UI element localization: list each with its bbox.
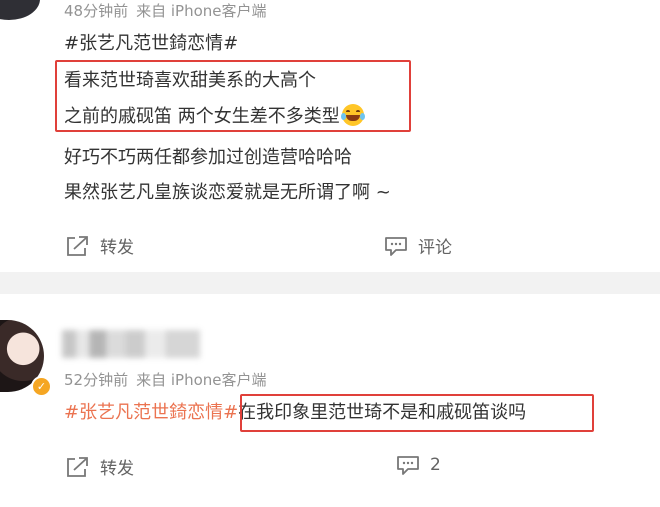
post-meta: 52分钟前 来自 iPhone客户端 (64, 369, 267, 390)
post-card-2: ✓ 52分钟前 来自 iPhone客户端 #张艺凡范世錡恋情#在我印象里范世琦不是… (0, 294, 660, 507)
comment-button[interactable]: 2 (396, 454, 441, 476)
repost-button[interactable]: 转发 (66, 233, 134, 258)
post-text-line-2-text: 之前的戚砚笛 两个女生差不多类型 (64, 106, 340, 127)
comment-count: 2 (430, 455, 441, 475)
post-text-line-3: 好巧不巧两任都参加过创造营哈哈哈 (64, 147, 352, 168)
post-time: 48分钟前 (64, 2, 129, 20)
repost-label: 转发 (100, 459, 134, 479)
highlight-box (240, 394, 594, 432)
post-meta: 48分钟前 来自 iPhone客户端 (64, 0, 267, 21)
comment-icon (385, 236, 407, 256)
post-source: 来自 iPhone客户端 (136, 2, 267, 20)
post-text-line-4: 果然张艺凡皇族谈恋爱就是无所谓了啊 ~ (64, 182, 391, 203)
post-source: 来自 iPhone客户端 (136, 371, 267, 389)
verified-badge-icon: ✓ (31, 376, 52, 397)
laugh-cry-emoji-icon (340, 104, 365, 126)
repost-label: 转发 (100, 238, 134, 258)
comment-label: 评论 (418, 238, 452, 258)
post-card-1: 48分钟前 来自 iPhone客户端 #张艺凡范世錡恋情# 看来范世琦喜欢甜美系的… (0, 0, 660, 272)
repost-button[interactable]: 转发 (66, 454, 134, 479)
comment-icon (397, 456, 419, 475)
repost-icon (67, 235, 88, 256)
post-separator (0, 272, 660, 294)
repost-icon (67, 456, 88, 477)
post-text-line-2: 之前的戚砚笛 两个女生差不多类型 (64, 102, 365, 128)
avatar[interactable] (0, 0, 40, 20)
blurred-username[interactable] (62, 330, 200, 358)
hashtag-link[interactable]: #张艺凡范世錡恋情# (64, 29, 238, 55)
post-time: 52分钟前 (64, 371, 129, 389)
comment-button[interactable]: 评论 (384, 233, 452, 258)
hashtag-link[interactable]: #张艺凡范世錡恋情# (64, 402, 238, 423)
post-text-line-1: 看来范世琦喜欢甜美系的大高个 (64, 70, 316, 91)
